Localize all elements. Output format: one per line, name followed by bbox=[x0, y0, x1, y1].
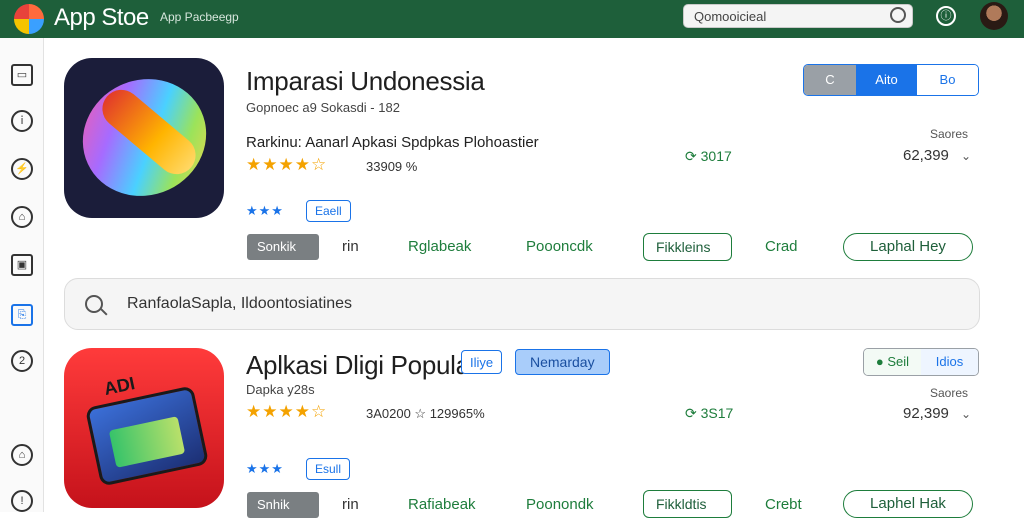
stat-value: 3S17 bbox=[700, 405, 734, 421]
app-subtitle: Dapka y28s bbox=[246, 382, 315, 397]
link-rafiabeak[interactable]: Rafiabeak bbox=[408, 496, 476, 513]
alert-icon[interactable]: ! bbox=[11, 490, 33, 512]
app-store-logo-icon bbox=[14, 4, 44, 34]
fikkleins-button[interactable]: Fikkleins bbox=[643, 233, 732, 261]
idios-option[interactable]: Idios bbox=[921, 349, 978, 375]
brand-title: App Stoe bbox=[54, 4, 149, 31]
fikkldtis-button[interactable]: Fikkldtis bbox=[643, 490, 732, 518]
link-in[interactable]: rin bbox=[342, 238, 359, 255]
small-stars: ★★★ bbox=[246, 461, 284, 476]
main-search-input[interactable]: RanfaolaSapla, Ildoontosiatines bbox=[127, 295, 352, 313]
install-button[interactable]: Sonkik bbox=[247, 234, 319, 260]
app-title[interactable]: Imparasi Undonessia bbox=[246, 66, 485, 97]
app-ranking: Rarkinu: Aanarl Apkasi Spdpkas Plohoasti… bbox=[246, 134, 539, 151]
shield-icon[interactable]: ⚡ bbox=[11, 158, 33, 180]
icon-tag-text: ADI bbox=[102, 373, 137, 400]
sell-option[interactable]: ● Seil bbox=[864, 349, 921, 375]
scores-value: 62,399 bbox=[903, 147, 949, 164]
link-rglabeak[interactable]: Rglabeak bbox=[408, 238, 471, 255]
link-crebt[interactable]: Crebt bbox=[765, 496, 802, 513]
top-bar: App Stoe App Pacbeegp Qomooicieal ⓘ bbox=[0, 0, 1024, 38]
brand-subtitle: App Pacbeegp bbox=[160, 10, 239, 24]
view-segmented-control[interactable]: C Aito Bo bbox=[803, 64, 979, 96]
segment-bo[interactable]: Bo bbox=[917, 65, 978, 95]
laphel-hak-button[interactable]: Laphel Hak bbox=[843, 490, 973, 518]
category-chip[interactable]: Eaell bbox=[306, 200, 351, 222]
link-crad[interactable]: Crad bbox=[765, 238, 798, 255]
sidebar: ▭ ⅰ ⚡ ⌂ ▣ ⎘ 2 ⌂ ! bbox=[0, 38, 44, 512]
app-title[interactable]: Aplkasi Dligi Popular bbox=[246, 350, 478, 381]
home-icon[interactable]: ⌂ bbox=[11, 206, 33, 228]
scores-value: 92,399 bbox=[903, 405, 949, 422]
scores-label: Saores bbox=[930, 127, 969, 141]
top-search-input[interactable]: Qomooicieal bbox=[683, 4, 913, 28]
avatar[interactable] bbox=[980, 2, 1008, 30]
stat-value: 3017 bbox=[700, 148, 732, 164]
install-button[interactable]: Snhik bbox=[247, 492, 319, 518]
link-in[interactable]: rin bbox=[342, 496, 359, 513]
refresh-icon[interactable] bbox=[890, 7, 906, 23]
image-icon[interactable]: ▣ bbox=[11, 254, 33, 276]
link-poooncdk[interactable]: Poooncdk bbox=[526, 238, 593, 255]
app-subtitle: Gopnoec a9 Sokasdi - 182 bbox=[246, 100, 400, 115]
sell-toggle-group[interactable]: ● Seil Idios bbox=[863, 348, 979, 376]
rating-text: 3A0200 ☆ 129965% bbox=[366, 406, 485, 421]
app-icon-dligi[interactable]: ADI bbox=[64, 348, 224, 508]
app-icon-imparasi[interactable] bbox=[64, 58, 224, 218]
rating-stars: ★★★★☆ bbox=[246, 155, 328, 174]
link-poonondk[interactable]: Poonondk bbox=[526, 496, 594, 513]
info-icon[interactable]: ⅰ bbox=[11, 110, 33, 132]
rating-stars: ★★★★☆ bbox=[246, 402, 328, 421]
chevron-down-icon[interactable]: ⌄ bbox=[961, 407, 971, 421]
segment-aito[interactable]: Aito bbox=[856, 65, 917, 95]
account-shield-icon[interactable]: ⓘ bbox=[936, 6, 956, 26]
chat-icon[interactable]: ⎘ bbox=[11, 304, 33, 326]
scores-label: Saores bbox=[930, 386, 969, 400]
search-icon bbox=[85, 295, 103, 313]
badge-iliye[interactable]: Iliye bbox=[461, 350, 503, 374]
small-stars: ★★★ bbox=[246, 203, 284, 218]
badge-nemarday[interactable]: Nemarday bbox=[515, 349, 610, 375]
category-chip[interactable]: Esull bbox=[306, 458, 351, 480]
chevron-down-icon[interactable]: ⌄ bbox=[961, 149, 971, 163]
download-stat: ⟳ 3017 bbox=[685, 148, 732, 164]
download-stat: ⟳ 3S17 bbox=[685, 405, 734, 421]
main-search-bar[interactable]: RanfaolaSapla, Ildoontosiatines bbox=[64, 278, 980, 330]
number-icon[interactable]: 2 bbox=[11, 350, 33, 372]
layout-icon[interactable]: ▭ bbox=[11, 64, 33, 86]
sell-label: Seil bbox=[887, 354, 910, 369]
segment-c[interactable]: C bbox=[804, 65, 856, 95]
laphal-hey-button[interactable]: Laphal Hey bbox=[843, 233, 973, 261]
rating-text: 33909 % bbox=[366, 159, 418, 174]
bell-icon[interactable]: ⌂ bbox=[11, 444, 33, 466]
